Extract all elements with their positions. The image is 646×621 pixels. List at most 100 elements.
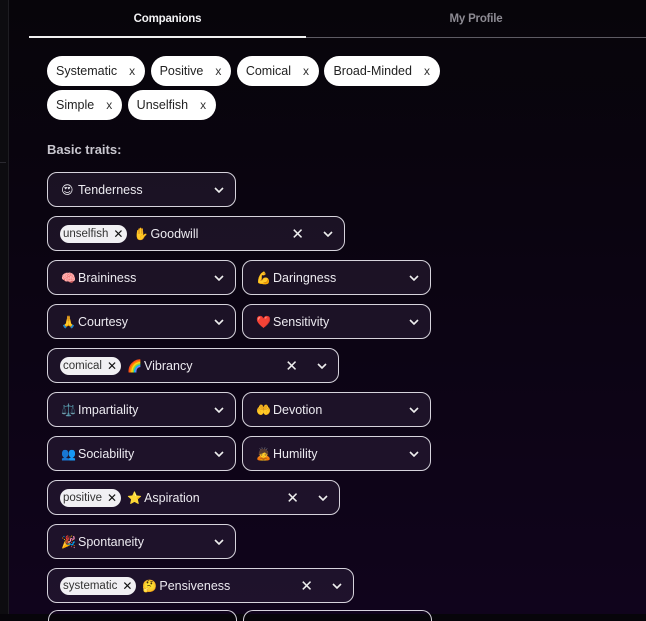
balance-scale-icon: ⚖️ — [61, 402, 76, 417]
chevron-down-icon[interactable] — [331, 580, 343, 592]
chevron-down-icon[interactable] — [408, 316, 420, 328]
remove-chip-button[interactable]: x — [303, 64, 309, 78]
trait-selects: 😍 Tenderness unselfish ✕ ✋ Goodwill ✕ 🧠 B… — [47, 172, 447, 612]
select-label: Aspiration — [144, 490, 200, 505]
chip-comical: Comical x — [236, 56, 319, 86]
select-devotion[interactable]: 🤲 Devotion — [242, 392, 431, 427]
chip-label: Systematic — [56, 64, 118, 78]
chevron-down-icon[interactable] — [408, 272, 420, 284]
select-label: Tenderness — [78, 182, 143, 197]
people-icon: 👥 — [61, 446, 76, 461]
remove-chip-button[interactable]: x — [215, 64, 221, 78]
select-daringness[interactable]: 💪 Daringness — [242, 260, 431, 295]
selected-traits-chips: Systematic x Positive x Comical x Broad-Min… — [47, 56, 447, 124]
left-rail — [0, 0, 9, 614]
tag-label: systematic — [63, 579, 118, 592]
select-goodwill[interactable]: unselfish ✕ ✋ Goodwill ✕ — [47, 216, 345, 251]
chevron-down-icon[interactable] — [408, 448, 420, 460]
chevron-down-icon[interactable] — [213, 184, 225, 196]
select-pensiveness[interactable]: systematic ✕ 🤔 Pensiveness ✕ — [47, 568, 354, 603]
tag-remove-icon[interactable]: ✕ — [113, 225, 123, 243]
tag-label: unselfish — [63, 227, 109, 240]
clear-icon[interactable]: ✕ — [285, 357, 298, 375]
select-vibrancy[interactable]: comical ✕ 🌈 Vibrancy ✕ — [47, 348, 339, 383]
select-label: Daringness — [273, 270, 337, 285]
select-label: Braininess — [78, 270, 137, 285]
selected-tag: positive ✕ — [60, 488, 122, 507]
select-label: Devotion — [273, 402, 323, 417]
tab-companions[interactable]: Companions — [29, 0, 306, 38]
select-label: Sociability — [78, 446, 135, 461]
chip-broad-minded: Broad-Minded x — [324, 56, 440, 86]
select-partial-next-right[interactable] — [243, 610, 432, 621]
rail-divider — [0, 162, 6, 163]
chevron-down-icon[interactable] — [408, 404, 420, 416]
raised-hand-icon: ✋ — [133, 226, 149, 241]
select-label: Spontaneity — [78, 534, 145, 549]
chevron-down-icon[interactable] — [213, 404, 225, 416]
select-sociability[interactable]: 👥 Sociability — [47, 436, 236, 471]
chip-unselfish: Unselfish x — [127, 90, 217, 120]
chevron-down-icon[interactable] — [213, 272, 225, 284]
select-label: Impartiality — [78, 402, 139, 417]
chevron-down-icon[interactable] — [316, 360, 328, 372]
thinking-face-icon: 🤔 — [142, 578, 158, 593]
tab-my-profile[interactable]: My Profile — [306, 0, 646, 38]
select-sensitivity[interactable]: ❤️ Sensitivity — [242, 304, 431, 339]
flexed-biceps-icon: 💪 — [256, 270, 271, 285]
chevron-down-icon[interactable] — [213, 448, 225, 460]
select-label: Vibrancy — [144, 358, 193, 373]
select-humility[interactable]: 🙇 Humility — [242, 436, 431, 471]
chevron-down-icon[interactable] — [322, 228, 334, 240]
red-heart-icon: ❤️ — [256, 314, 271, 329]
select-impartiality[interactable]: ⚖️ Impartiality — [47, 392, 236, 427]
tag-remove-icon[interactable]: ✕ — [122, 577, 132, 595]
select-label: Humility — [273, 446, 318, 461]
palms-up-icon: 🤲 — [256, 402, 271, 417]
select-label: Goodwill — [150, 226, 199, 241]
remove-chip-button[interactable]: x — [106, 98, 112, 112]
select-aspiration[interactable]: positive ✕ ⭐ Aspiration ✕ — [47, 480, 340, 515]
party-popper-icon: 🎉 — [61, 534, 76, 549]
selected-tag: unselfish ✕ — [60, 224, 128, 243]
tag-label: comical — [63, 359, 102, 372]
chevron-down-icon[interactable] — [317, 492, 329, 504]
selected-tag: comical ✕ — [60, 356, 122, 375]
star-icon: ⭐ — [127, 490, 143, 505]
chip-label: Unselfish — [136, 98, 189, 112]
remove-chip-button[interactable]: x — [424, 64, 430, 78]
select-label: Courtesy — [78, 314, 129, 329]
chip-positive: Positive x — [150, 56, 232, 86]
remove-chip-button[interactable]: x — [129, 64, 135, 78]
chip-label: Broad-Minded — [333, 64, 412, 78]
select-label: Sensitivity — [273, 314, 330, 329]
tag-remove-icon[interactable]: ✕ — [107, 489, 117, 507]
tag-label: positive — [63, 491, 102, 504]
clear-icon[interactable]: ✕ — [291, 225, 304, 243]
remove-chip-button[interactable]: x — [200, 98, 206, 112]
clear-icon[interactable]: ✕ — [300, 577, 313, 595]
heart-eyes-icon: 😍 — [61, 182, 74, 197]
bowing-person-icon: 🙇 — [256, 446, 271, 461]
chip-label: Comical — [245, 64, 291, 78]
select-partial-next-left[interactable] — [48, 610, 237, 621]
selected-tag: systematic ✕ — [60, 576, 137, 595]
chip-label: Positive — [159, 64, 204, 78]
tab-bar: Companions My Profile — [29, 0, 646, 38]
folded-hands-icon: 🙏 — [61, 314, 76, 329]
rainbow-icon: 🌈 — [127, 358, 142, 373]
chip-label: Simple — [56, 98, 95, 112]
select-braininess[interactable]: 🧠 Braininess — [47, 260, 236, 295]
section-label-basic-traits: Basic traits: — [47, 142, 122, 157]
tag-remove-icon[interactable]: ✕ — [107, 357, 117, 375]
select-label: Pensiveness — [159, 578, 231, 593]
chevron-down-icon[interactable] — [213, 536, 225, 548]
chip-systematic: Systematic x — [47, 56, 146, 86]
brain-icon: 🧠 — [61, 270, 76, 285]
select-tenderness[interactable]: 😍 Tenderness — [47, 172, 236, 207]
select-courtesy[interactable]: 🙏 Courtesy — [47, 304, 236, 339]
clear-icon[interactable]: ✕ — [286, 489, 299, 507]
chevron-down-icon[interactable] — [213, 316, 225, 328]
select-spontaneity[interactable]: 🎉 Spontaneity — [47, 524, 236, 559]
chip-simple: Simple x — [47, 90, 123, 120]
